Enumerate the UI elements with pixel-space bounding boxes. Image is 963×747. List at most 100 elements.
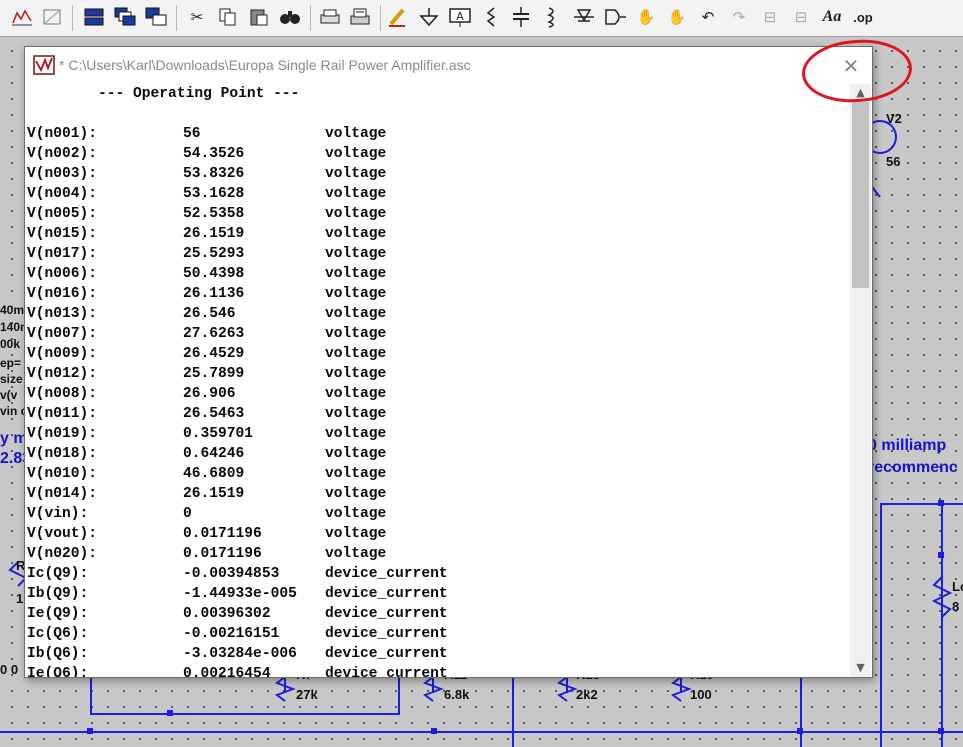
rotate-icon[interactable]: ⊟ (758, 5, 782, 29)
op-type: voltage (325, 526, 387, 542)
op-type: voltage (325, 346, 387, 362)
scrollbar-thumb[interactable] (852, 102, 869, 288)
op-row: V(n005): 52.5358 voltage (27, 204, 827, 224)
op-name: V(n012): (27, 366, 98, 382)
r-left-value: 1 (16, 591, 24, 606)
op-type: voltage (325, 466, 387, 482)
resistor-value: 2k2 (576, 687, 598, 702)
op-value: -3.03284e-006 (183, 646, 297, 662)
resistor-value: 100 (690, 687, 712, 702)
resistor-icon[interactable] (479, 5, 503, 29)
ground-icon[interactable] (417, 5, 441, 29)
op-name: V(n017): (27, 246, 98, 262)
svg-text:A: A (456, 10, 464, 23)
op-row: V(n013): 26.546 voltage (27, 304, 827, 324)
print-icon[interactable] (318, 5, 342, 29)
capacitor-icon[interactable] (509, 5, 533, 29)
pencil-icon[interactable] (386, 5, 410, 29)
op-name: V(n019): (27, 426, 98, 442)
scroll-down-icon[interactable]: ▼ (850, 659, 871, 676)
vertical-scrollbar[interactable]: ▲ ▼ (850, 84, 871, 677)
op-type: voltage (325, 386, 387, 402)
redo-icon[interactable]: ↷ (727, 5, 751, 29)
plot-icon[interactable] (10, 5, 34, 29)
op-value: 0.0171196 (183, 546, 262, 562)
paste-icon[interactable] (247, 5, 271, 29)
window-icon[interactable] (144, 5, 168, 29)
op-name: V(n001): (27, 126, 98, 142)
plot-alt-icon[interactable] (40, 5, 64, 29)
op-name: Ie(Q6): (27, 666, 89, 677)
op-name: V(n003): (27, 166, 98, 182)
cascade-icon[interactable] (113, 5, 137, 29)
op-row: V(n008): 26.906 voltage (27, 384, 827, 404)
op-type: voltage (325, 206, 387, 222)
op-type: voltage (325, 306, 387, 322)
op-value: 50.4398 (183, 266, 245, 282)
op-value: 27.6263 (183, 326, 245, 342)
op-name: V(n004): (27, 186, 98, 202)
op-value: 26.5463 (183, 406, 245, 422)
op-row: V(vout): 0.0171196 voltage (27, 524, 827, 544)
op-row: V(n017): 25.5293 voltage (27, 244, 827, 264)
op-value: 0.64246 (183, 446, 245, 462)
undo-icon[interactable]: ↶ (696, 5, 720, 29)
op-value: 54.3526 (183, 146, 245, 162)
op-name: V(vin): (27, 506, 89, 522)
op-value: 26.906 (183, 386, 236, 402)
drag-icon[interactable]: ✋ (665, 5, 689, 29)
operating-point-text-area[interactable]: --- Operating Point --- V(n001): 56 voltag… (26, 84, 849, 677)
print-setup-icon[interactable] (348, 5, 372, 29)
op-value: 26.546 (183, 306, 236, 322)
op-name: V(n011): (27, 406, 98, 422)
text-tool-button[interactable]: Aa (820, 5, 844, 29)
op-value: 0.359701 (183, 426, 254, 442)
label-icon[interactable]: A (448, 5, 472, 29)
op-value: 0.00216454 (183, 666, 271, 677)
op-name: V(n016): (27, 286, 98, 302)
window-titlebar[interactable]: * C:\Users\Karl\Downloads\Europa Single … (25, 47, 872, 84)
op-row: V(n001): 56 voltage (27, 124, 827, 144)
op-row: V(n007): 27.6263 voltage (27, 324, 827, 344)
op-name: V(n013): (27, 306, 98, 322)
op-row: V(n006): 50.4398 voltage (27, 264, 827, 284)
op-row: V(n009): 26.4529 voltage (27, 344, 827, 364)
op-value: 0.0171196 (183, 526, 262, 542)
right-blue-text: 0 milliamp (868, 437, 947, 454)
diode-icon[interactable] (572, 5, 596, 29)
op-value: 53.1628 (183, 186, 245, 202)
op-row: V(n014): 26.1519 voltage (27, 484, 827, 504)
load-value: 8 (952, 599, 960, 614)
op-row: V(n010): 46.6809 voltage (27, 464, 827, 484)
op-name: V(n007): (27, 326, 98, 342)
op-value: 26.1519 (183, 226, 245, 242)
op-row: V(vin): 0 voltage (27, 504, 827, 524)
op-value: 26.1519 (183, 486, 245, 502)
op-type: device_current (325, 586, 448, 602)
op-value: 52.5358 (183, 206, 245, 222)
op-value: -1.44933e-005 (183, 586, 297, 602)
op-row: Ib(Q9): -1.44933e-005 device_current (27, 584, 827, 604)
op-name: Ic(Q9): (27, 566, 89, 582)
tile-icon[interactable] (82, 5, 106, 29)
op-row: Ib(Q6): -3.03284e-006 device_current (27, 644, 827, 664)
op-type: device_current (325, 646, 448, 662)
cut-icon[interactable]: ✂ (185, 5, 209, 29)
op-type: voltage (325, 546, 387, 562)
section-header: --- Operating Point --- (98, 86, 300, 102)
op-name: V(n015): (27, 226, 98, 242)
copy-icon[interactable] (216, 5, 240, 29)
op-value: 26.4529 (183, 346, 245, 362)
op-type: voltage (325, 326, 387, 342)
op-type: device_current (325, 566, 448, 582)
mirror-icon[interactable]: ⊟ (789, 5, 813, 29)
spice-directive-button[interactable]: .op (851, 5, 875, 29)
find-icon[interactable] (278, 5, 302, 29)
inductor-icon[interactable] (540, 5, 564, 29)
component-icon[interactable] (603, 5, 627, 29)
op-type: voltage (325, 426, 387, 442)
right-blue-text: recommenc (868, 459, 958, 476)
move-icon[interactable]: ✋ (634, 5, 658, 29)
op-row: V(n020): 0.0171196 voltage (27, 544, 827, 564)
resistor-value: 27k (296, 687, 318, 702)
